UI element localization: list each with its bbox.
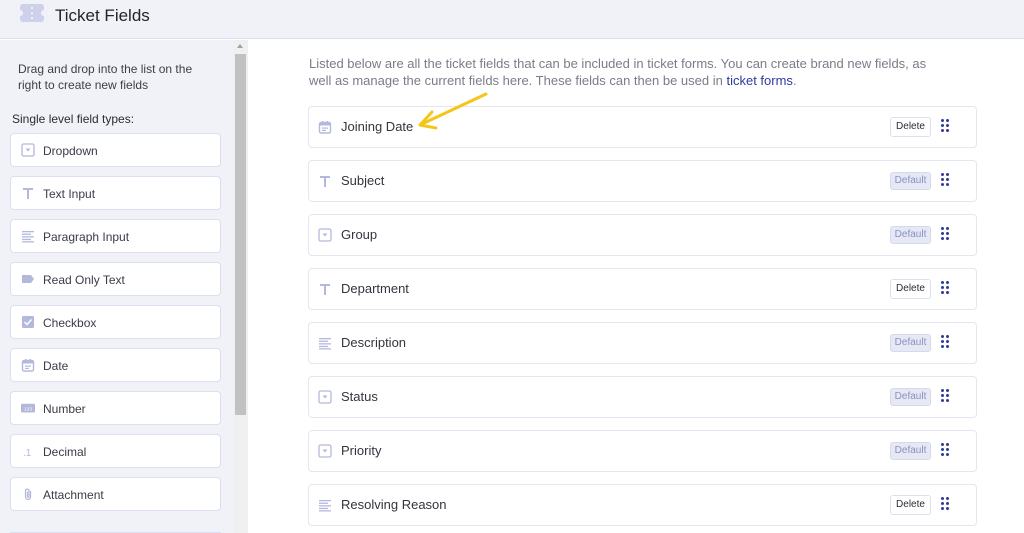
delete-button[interactable]: Delete [890, 117, 931, 137]
paragraph-icon [318, 498, 332, 512]
field-row-priority[interactable]: Priority Default [308, 430, 977, 472]
field-type-label: Paragraph Input [43, 230, 130, 244]
svg-text:123: 123 [24, 406, 32, 412]
drag-handle-icon[interactable] [941, 173, 951, 187]
field-type-date[interactable]: Date [10, 348, 221, 382]
field-label: Description [341, 335, 407, 350]
field-type-text-input[interactable]: Text Input [10, 176, 221, 210]
field-row-description[interactable]: Description Default [308, 322, 977, 364]
intro-end: . [792, 73, 797, 88]
dropdown-icon [21, 143, 35, 157]
field-row-joining-date[interactable]: Joining Date Delete [308, 106, 977, 148]
dropdown-icon [318, 390, 332, 404]
number-icon: 123 [21, 401, 35, 415]
field-label: Subject [341, 173, 385, 188]
field-type-label: Dropdown [43, 144, 98, 158]
svg-text:.1: .1 [23, 448, 32, 458]
scrollbar-thumb[interactable] [235, 54, 246, 415]
sidebar-scrollbar[interactable] [233, 40, 248, 533]
sidebar-heading: Single level field types: [12, 112, 135, 126]
default-badge: Default [890, 172, 931, 190]
dropdown-icon [318, 444, 332, 458]
field-label: Priority [341, 443, 382, 458]
default-badge: Default [890, 226, 931, 244]
page-title: Ticket Fields [55, 6, 150, 25]
field-type-checkbox[interactable]: Checkbox [10, 305, 221, 339]
field-type-attachment[interactable]: Attachment [10, 477, 221, 511]
sidebar-hint: Drag and drop into the list on the right… [18, 62, 193, 92]
field-type-paragraph-input[interactable]: Paragraph Input [10, 219, 221, 253]
intro-text: Listed below are all the ticket fields t… [309, 55, 949, 89]
paragraph-icon [21, 229, 35, 243]
intro-body: Listed below are all the ticket fields t… [309, 56, 927, 88]
field-label: Joining Date [341, 119, 414, 134]
checkbox-icon [21, 315, 35, 329]
calendar-icon [21, 358, 35, 372]
field-type-read-only-text[interactable]: Read Only Text [10, 262, 221, 296]
field-type-label: Attachment [43, 488, 104, 502]
field-type-label: Decimal [43, 445, 87, 459]
calendar-icon [318, 120, 332, 134]
field-row-subject[interactable]: Subject Default [308, 160, 977, 202]
ticket-icon [17, 4, 47, 22]
default-badge: Default [890, 334, 931, 352]
default-badge: Default [890, 442, 931, 460]
delete-button[interactable]: Delete [890, 279, 931, 299]
drag-handle-icon[interactable] [941, 281, 951, 295]
label-tag-icon [21, 272, 35, 286]
paragraph-icon [318, 336, 332, 350]
text-icon [318, 174, 332, 188]
text-icon [21, 186, 35, 200]
ticket-forms-link[interactable]: ticket forms [726, 73, 792, 88]
dropdown-icon [318, 228, 332, 242]
decimal-icon: .1 [21, 444, 35, 459]
field-row-department[interactable]: Department Delete [308, 268, 977, 310]
text-icon [318, 282, 332, 296]
field-label: Status [341, 389, 378, 404]
field-row-resolving-reason[interactable]: Resolving Reason Delete [308, 484, 977, 526]
field-type-dropdown[interactable]: Dropdown [10, 133, 221, 167]
field-row-group[interactable]: Group Default [308, 214, 977, 256]
drag-handle-icon[interactable] [941, 335, 951, 349]
drag-handle-icon[interactable] [941, 443, 951, 457]
field-type-label: Date [43, 359, 69, 373]
field-type-label: Checkbox [43, 316, 97, 330]
field-type-number[interactable]: 123 Number [10, 391, 221, 425]
field-label: Group [341, 227, 378, 242]
field-type-label: Read Only Text [43, 273, 125, 287]
field-label: Department [341, 281, 409, 296]
annotation-arrow-icon [418, 92, 488, 130]
drag-handle-icon[interactable] [941, 227, 951, 241]
drag-handle-icon[interactable] [941, 497, 951, 511]
drag-handle-icon[interactable] [941, 119, 951, 133]
field-types-sidebar: Drag and drop into the list on the right… [0, 40, 233, 533]
field-type-decimal[interactable]: .1 Decimal [10, 434, 221, 468]
field-row-status[interactable]: Status Default [308, 376, 977, 418]
page-header: Ticket Fields [0, 0, 1024, 39]
delete-button[interactable]: Delete [890, 495, 931, 515]
paperclip-icon [21, 487, 35, 501]
default-badge: Default [890, 388, 931, 406]
field-type-label: Number [43, 402, 86, 416]
scroll-up-arrow-icon[interactable] [237, 44, 243, 48]
field-type-label: Text Input [43, 187, 96, 201]
field-label: Resolving Reason [341, 497, 447, 512]
drag-handle-icon[interactable] [941, 389, 951, 403]
